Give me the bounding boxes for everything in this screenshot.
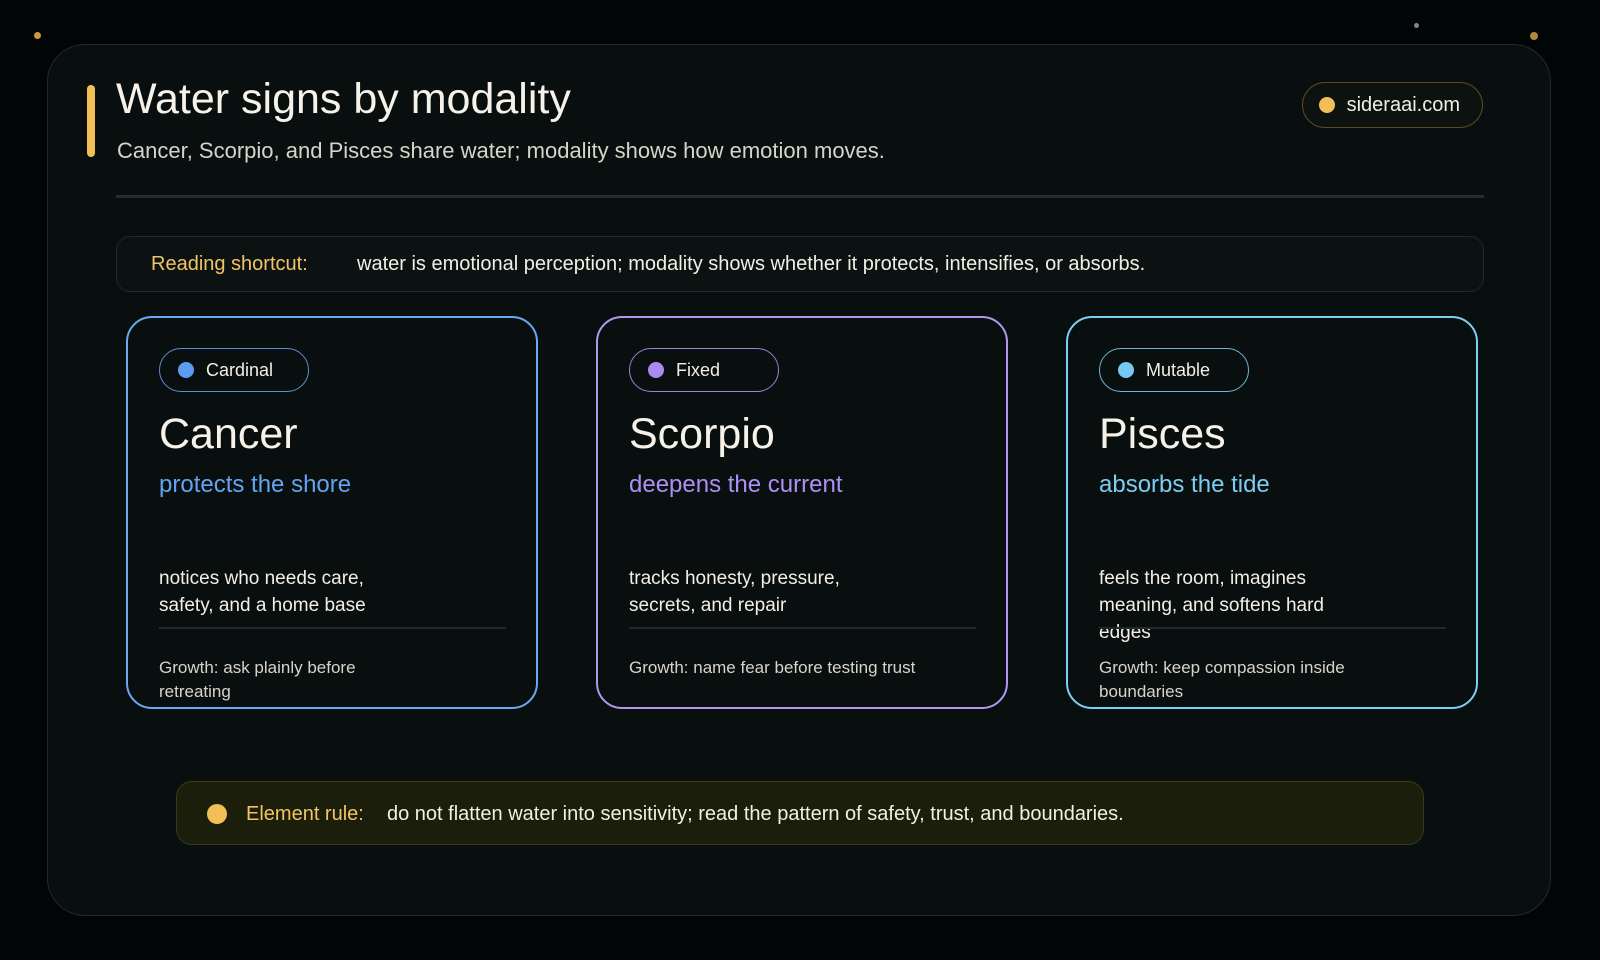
title-accent-bar xyxy=(87,85,95,157)
element-rule-label: Element rule: xyxy=(246,803,364,825)
sign-growth: Growth: ask plainly before retreating xyxy=(159,658,356,701)
sign-card-cancer: Cardinal Cancer protects the shore notic… xyxy=(126,316,538,709)
sign-name: Scorpio xyxy=(629,410,775,458)
modality-dot-icon xyxy=(1118,362,1134,378)
card-divider xyxy=(629,627,976,629)
sign-name: Cancer xyxy=(159,410,298,458)
sign-trait: feels the room, imagines meaning, and so… xyxy=(1099,568,1324,643)
sign-tagline: deepens the current xyxy=(629,471,843,498)
site-link-text: sideraai.com xyxy=(1346,93,1460,116)
page-subtitle: Cancer, Scorpio, and Pisces share water;… xyxy=(117,138,885,163)
sign-name: Pisces xyxy=(1099,410,1226,458)
sign-tagline: protects the shore xyxy=(159,471,352,498)
main-panel: Water signs by modality Cancer, Scorpio,… xyxy=(47,44,1551,916)
modality-label: Mutable xyxy=(1146,359,1211,380)
badge-dot-icon xyxy=(1318,97,1335,113)
reading-shortcut-text: water is emotional perception; modality … xyxy=(357,253,1146,275)
card-divider xyxy=(1099,627,1446,629)
modality-label: Fixed xyxy=(676,359,721,380)
modality-dot-icon xyxy=(648,362,664,378)
element-rule-text: do not flatten water into sensitivity; r… xyxy=(387,803,1124,825)
decorative-star-dot xyxy=(1414,23,1419,28)
decorative-star-dot xyxy=(1530,32,1538,40)
element-rule-dot-icon xyxy=(207,804,227,824)
card-divider xyxy=(159,627,506,629)
modality-pill: Mutable xyxy=(1099,348,1249,392)
reading-shortcut-label: Reading shortcut: xyxy=(151,253,308,275)
header-divider xyxy=(116,195,1484,198)
decorative-star-dot xyxy=(34,32,41,39)
modality-pill: Fixed xyxy=(629,348,779,392)
sign-growth: Growth: name fear before testing trust xyxy=(629,658,916,677)
page-title: Water signs by modality xyxy=(116,75,571,123)
sign-growth: Growth: keep compassion inside boundarie… xyxy=(1099,658,1345,701)
modality-dot-icon xyxy=(178,362,194,378)
modality-pill: Cardinal xyxy=(159,348,309,392)
sign-trait: notices who needs care, safety, and a ho… xyxy=(159,568,366,616)
element-rule-box: Element rule: do not flatten water into … xyxy=(176,781,1424,845)
sign-card-pisces: Mutable Pisces absorbs the tide feels th… xyxy=(1066,316,1478,709)
reading-shortcut-box: Reading shortcut: water is emotional per… xyxy=(116,236,1484,292)
sign-trait: tracks honesty, pressure, secrets, and r… xyxy=(629,568,840,616)
sign-card-scorpio: Fixed Scorpio deepens the current tracks… xyxy=(596,316,1008,709)
site-badge[interactable]: sideraai.com xyxy=(1301,82,1483,128)
modality-label: Cardinal xyxy=(206,359,274,380)
sign-tagline: absorbs the tide xyxy=(1099,471,1270,498)
